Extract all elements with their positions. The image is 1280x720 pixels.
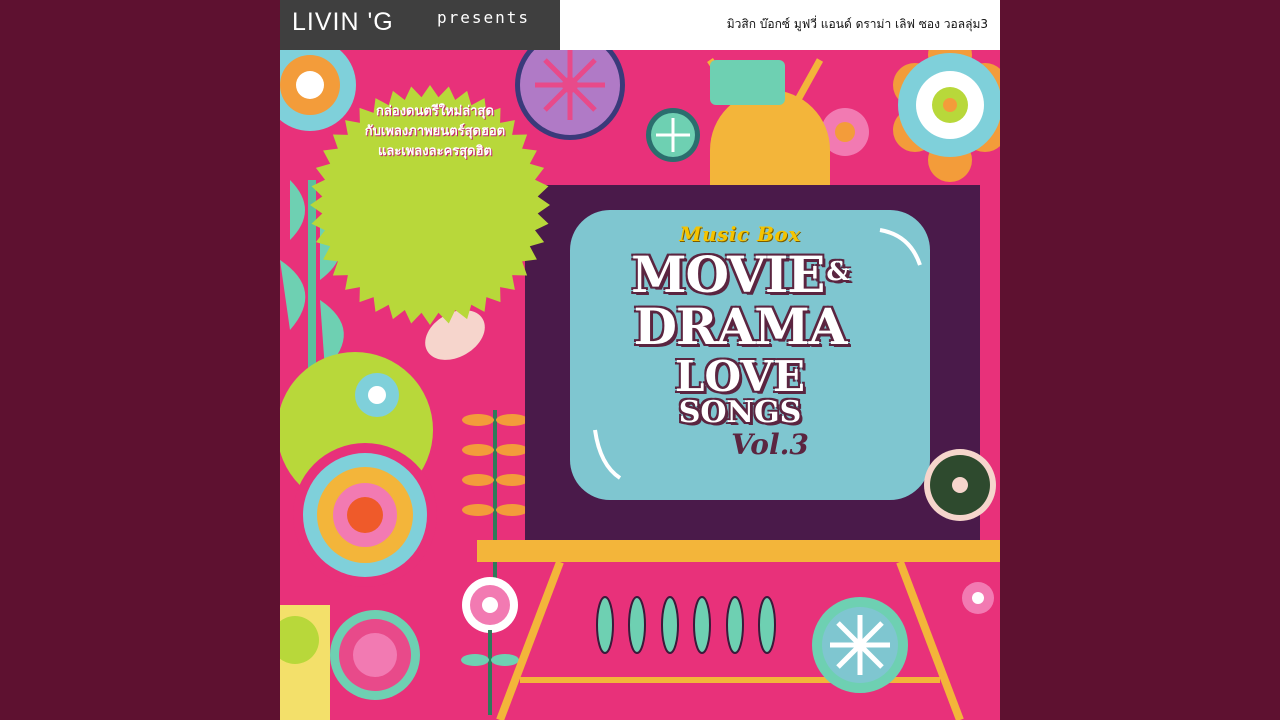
circle-sunburst — [293, 443, 437, 587]
title-line-songs: SONGS — [678, 395, 802, 430]
music-box-label: Music Box — [679, 222, 801, 246]
badge-line-3: และเพลงละครสุดฮิต — [377, 144, 493, 159]
title-ampersand: & — [826, 257, 850, 287]
tv-antenna — [707, 58, 830, 185]
flower-pink-bottom — [330, 610, 420, 700]
tv-title-block: Music Box MOVIE& DRAMA LOVE SONGS Vol.3 — [570, 222, 910, 461]
badge-text: กล่องดนตรีใหม่ล่าสุด กับเพลงภาพยนตร์สุดฮ… — [320, 102, 550, 162]
thai-album-title: มิวสิก บ๊อกซ์ มูฟวี่ แอนด์ ดราม่า เลิฟ ซ… — [726, 17, 988, 31]
badge-line-2: กับเพลงภาพยนตร์สุดฮอต — [364, 124, 506, 139]
title-line-love: LOVE — [675, 352, 805, 401]
title-line-drama: DRAMA — [633, 297, 848, 356]
flower-teal-right — [812, 597, 908, 693]
title-movie: MOVIE — [631, 245, 825, 304]
brand-box: LIVIN 'G presents — [280, 0, 560, 50]
brand-logo: LIVIN 'G — [292, 8, 394, 36]
album-cover: LIVIN 'G presents มิวสิก บ๊อกซ์ มูฟวี่ แ… — [280, 0, 1000, 720]
flower-dark-right — [924, 449, 996, 521]
volume-label: Vol.3 — [731, 428, 809, 461]
brand-presents: presents — [437, 8, 531, 27]
badge-line-1: กล่องดนตรีใหม่ล่าสุด — [376, 104, 494, 119]
title-line-movie: MOVIE& — [570, 250, 910, 300]
circle-flower-small-green — [646, 108, 700, 162]
flower-tiny-right — [962, 582, 994, 614]
